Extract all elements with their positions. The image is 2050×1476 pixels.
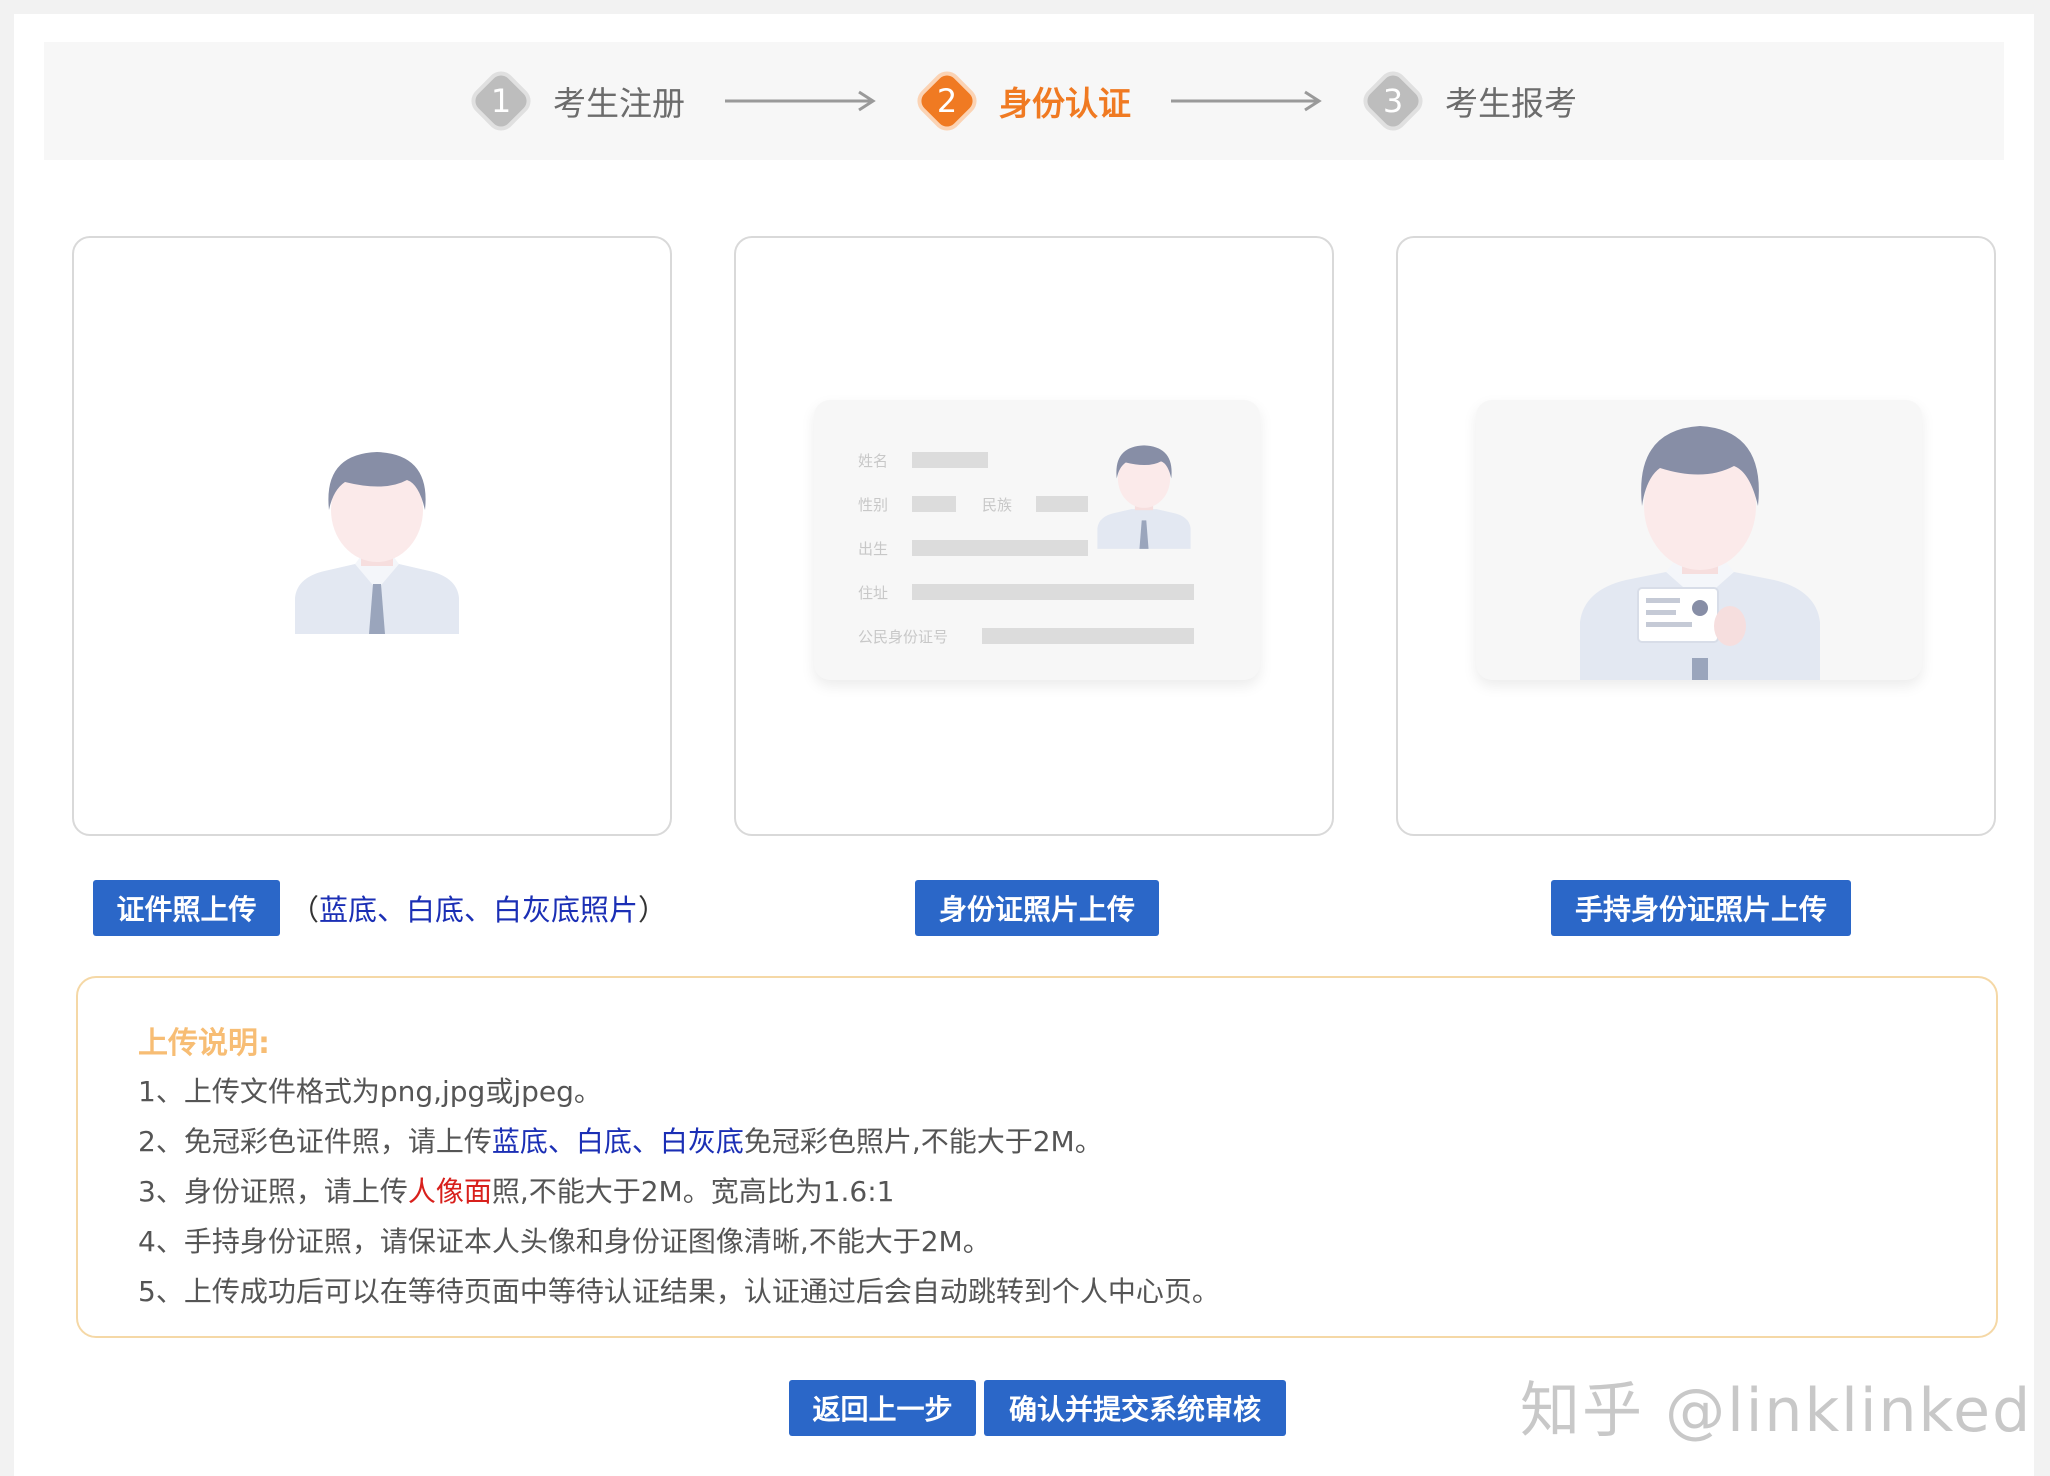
- id-photo-upload-area[interactable]: [72, 236, 672, 836]
- portrait-placeholder-icon: [295, 452, 459, 634]
- instruction-line-1: 1、上传文件格式为png,jpg或jpeg。: [138, 1075, 602, 1108]
- instruction-line-3: 3、身份证照，请上传人像面照,不能大于2M。宽高比为1.6:1: [138, 1170, 895, 1210]
- step-register: 1 考生注册: [471, 71, 685, 131]
- step-2-badge: 2: [917, 71, 977, 131]
- step-identity: 2 身份认证: [917, 71, 1131, 131]
- instruction-line-3-portrait-side: 人像面: [407, 1175, 492, 1208]
- instruction-line-2-c: 免冠彩色照片,不能大于2M。: [743, 1125, 1103, 1158]
- instructions-title: 上传说明:: [138, 1026, 270, 1061]
- id-card-placeholder-icon: 姓名 性别 民族 出生 住址 公民身份证号: [814, 400, 1260, 680]
- id-photo-upload-button[interactable]: 证件照上传: [93, 880, 280, 936]
- id-field-birth: 出生: [858, 540, 889, 558]
- instruction-line-5: 5、上传成功后可以在等待页面中等待认证结果，认证通过后会自动跳转到个人中心页。: [138, 1275, 1220, 1308]
- holding-id-placeholder-icon: [1476, 400, 1922, 680]
- id-card-upload-button[interactable]: 身份证照片上传: [915, 880, 1159, 936]
- watermark: 知乎 @linklinked: [1520, 1376, 2033, 1446]
- upload-instructions: 上传说明: 1、上传文件格式为png,jpg或jpeg。 2、免冠彩色证件照，请…: [76, 976, 1998, 1338]
- step-1-label: 考生注册: [553, 84, 685, 123]
- id-field-name: 姓名: [858, 452, 889, 470]
- step-1-badge: 1: [471, 71, 531, 131]
- id-photo-hint: （蓝底、白底、白灰底照片）: [290, 890, 667, 930]
- instruction-line-2-colors: 蓝底、白底、白灰底: [491, 1125, 744, 1158]
- hint-close: ）: [638, 893, 668, 927]
- step-arrow-icon: [725, 90, 876, 112]
- step-3-number: 3: [1382, 82, 1404, 120]
- step-3-badge: 3: [1363, 71, 1423, 131]
- id-field-address: 住址: [858, 584, 889, 602]
- step-2-number: 2: [936, 82, 958, 120]
- id-field-number: 公民身份证号: [858, 628, 949, 646]
- id-card-portrait-icon: [1097, 445, 1191, 549]
- hint-background-colors: 蓝底、白底、白灰底照片: [319, 893, 639, 927]
- id-field-ethnicity: 民族: [982, 496, 1013, 514]
- instruction-line-2: 2、免冠彩色证件照，请上传蓝底、白底、白灰底免冠彩色照片,不能大于2M。: [138, 1120, 1103, 1160]
- instruction-line-2-a: 2、免冠彩色证件照，请上传: [138, 1125, 492, 1158]
- back-button[interactable]: 返回上一步: [789, 1380, 976, 1436]
- holding-id-upload-area[interactable]: [1396, 236, 1996, 836]
- step-1-number: 1: [490, 82, 512, 120]
- instruction-line-3-a: 3、身份证照，请上传: [138, 1175, 408, 1208]
- id-field-gender: 性别: [858, 496, 889, 514]
- instruction-line-3-c: 照,不能大于2M。宽高比为1.6:1: [491, 1175, 895, 1208]
- submit-review-button[interactable]: 确认并提交系统审核: [984, 1380, 1286, 1436]
- step-2-label: 身份认证: [999, 84, 1131, 123]
- id-card-upload-area[interactable]: 姓名 性别 民族 出生 住址 公民身份证号: [734, 236, 1334, 836]
- hint-open: （: [290, 893, 320, 927]
- step-arrow-icon: [1171, 90, 1322, 112]
- step-3-label: 考生报考: [1445, 84, 1577, 123]
- progress-steps: 1 考生注册 2 身份认证 3 考生报考: [44, 42, 2004, 160]
- holding-id-upload-button[interactable]: 手持身份证照片上传: [1551, 880, 1851, 936]
- instruction-line-4: 4、手持身份证照，请保证本人头像和身份证图像清晰,不能大于2M。: [138, 1225, 991, 1258]
- step-apply: 3 考生报考: [1363, 71, 1577, 131]
